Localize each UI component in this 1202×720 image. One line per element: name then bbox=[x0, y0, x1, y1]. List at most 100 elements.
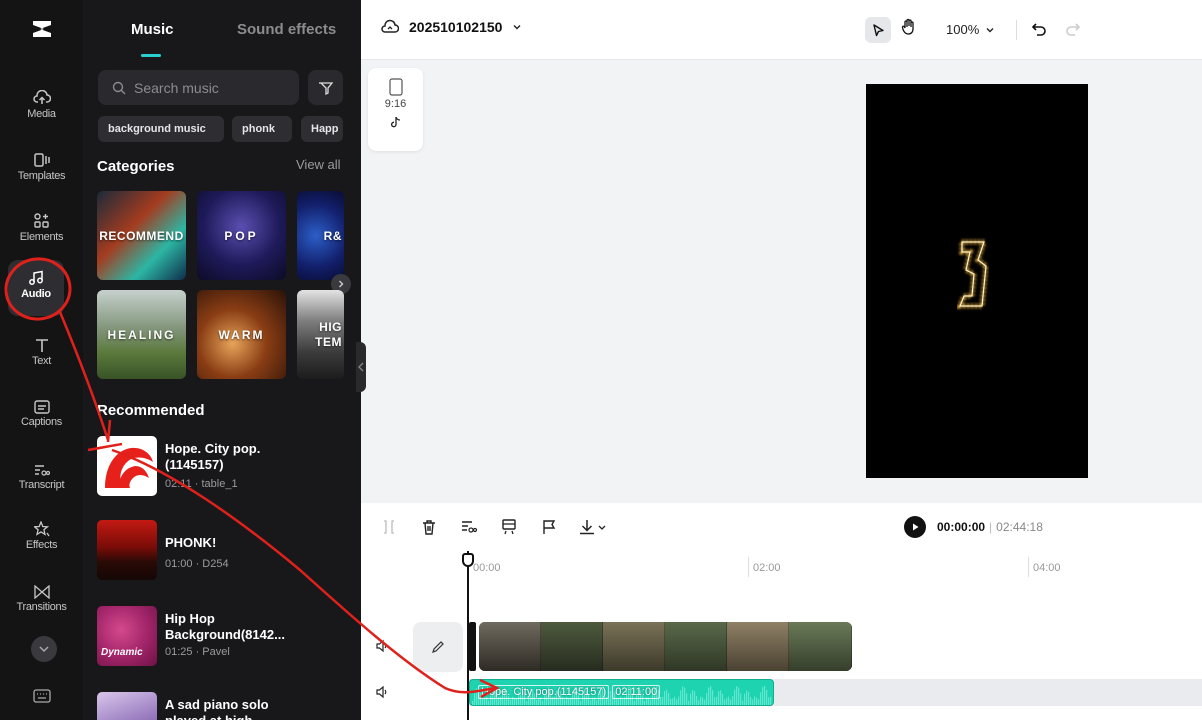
video-clip[interactable] bbox=[479, 622, 852, 671]
transcript-icon bbox=[462, 521, 478, 533]
track-item[interactable]: Dynamic Hip Hop Background(8142... 01:25… bbox=[97, 606, 347, 668]
video-track-mute-button[interactable] bbox=[375, 639, 389, 658]
edit-cover-button[interactable] bbox=[413, 622, 463, 672]
tab-sound-effects[interactable]: Sound effects bbox=[237, 21, 336, 38]
elements-icon bbox=[33, 207, 50, 229]
chevron-left-icon bbox=[358, 362, 364, 372]
rail-label: Media bbox=[27, 108, 56, 120]
video-preview[interactable] bbox=[866, 84, 1088, 478]
zoom-value: 100% bbox=[946, 22, 980, 37]
track-title: Hope. City pop. (1145157) bbox=[165, 441, 261, 472]
category-high-tempo[interactable]: HIG TEM bbox=[297, 290, 344, 379]
split-button[interactable] bbox=[381, 519, 397, 540]
timeline[interactable]: 00:00 02:00 04:00 Hope. City pop.(114515… bbox=[361, 551, 1202, 720]
category-label: R& bbox=[323, 228, 342, 243]
redo-button[interactable] bbox=[1063, 20, 1081, 43]
filter-button[interactable] bbox=[308, 70, 343, 105]
track-item[interactable]: Hope. City pop. (1145157) 02:11 · table_… bbox=[97, 436, 347, 498]
caption-box-icon bbox=[502, 519, 516, 535]
countdown-graphic bbox=[956, 239, 989, 309]
chip-background-music[interactable]: background music bbox=[98, 116, 224, 142]
delete-button[interactable] bbox=[421, 519, 437, 540]
transcript-edit-button[interactable] bbox=[461, 519, 478, 540]
search-input[interactable]: Search music bbox=[98, 70, 299, 105]
rail-templates[interactable]: Templates bbox=[0, 146, 83, 204]
chevron-right-icon bbox=[339, 280, 344, 288]
rail-label: Text bbox=[32, 355, 51, 367]
category-label: HEALING bbox=[107, 327, 176, 342]
rail-captions[interactable]: Captions bbox=[0, 392, 83, 450]
rail-label: Elements bbox=[19, 231, 64, 243]
rail-effects[interactable]: Effects bbox=[0, 515, 83, 573]
aspect-ratio-button[interactable]: 9:16 bbox=[368, 68, 423, 151]
divider bbox=[1016, 20, 1017, 40]
audio-clip[interactable]: Hope. City pop.(1145157) 02:11:00 bbox=[469, 679, 774, 706]
rail-label: Transcript bbox=[18, 479, 65, 491]
rail-media[interactable]: Media bbox=[0, 84, 83, 142]
clip-start-handle[interactable] bbox=[469, 622, 476, 671]
redo-icon bbox=[1066, 23, 1081, 36]
rail-audio[interactable]: Audio bbox=[8, 260, 64, 316]
track-thumbnail bbox=[97, 436, 157, 496]
track-badge: Dynamic bbox=[101, 647, 143, 658]
chip-phonk[interactable]: phonk bbox=[232, 116, 292, 142]
marker-button[interactable] bbox=[541, 519, 557, 540]
collapse-panel-button[interactable] bbox=[356, 342, 366, 392]
tab-music[interactable]: Music bbox=[131, 21, 174, 38]
rail-transcript[interactable]: Transcript bbox=[0, 455, 83, 513]
preview-stage: 9:16 bbox=[361, 60, 1202, 503]
video-frame bbox=[603, 622, 665, 671]
playhead-handle[interactable] bbox=[462, 553, 474, 567]
category-pop[interactable]: POP bbox=[197, 191, 286, 280]
hand-tool-button[interactable] bbox=[901, 18, 917, 41]
chip-happy[interactable]: Happ bbox=[301, 116, 343, 142]
download-menu-button[interactable] bbox=[579, 519, 609, 540]
templates-icon bbox=[33, 146, 51, 168]
track-item[interactable]: A sad piano solo played at high bbox=[97, 692, 347, 720]
undo-button[interactable] bbox=[1031, 20, 1049, 43]
audio-track-mute-button[interactable] bbox=[375, 685, 389, 704]
rail-label: Captions bbox=[20, 416, 62, 428]
active-tab-indicator bbox=[141, 54, 161, 57]
video-frame bbox=[665, 622, 727, 671]
ruler-tick bbox=[1028, 557, 1029, 577]
track-meta: 02:11 · table_1 bbox=[165, 478, 238, 490]
pencil-icon bbox=[432, 641, 444, 653]
search-placeholder: Search music bbox=[134, 79, 219, 96]
time-ruler: 00:00 02:00 04:00 bbox=[361, 551, 1202, 581]
category-recommend[interactable]: RECOMMEND bbox=[97, 191, 186, 280]
category-healing[interactable]: HEALING bbox=[97, 290, 186, 379]
track-item[interactable]: PHONK! 01:00 · D254 bbox=[97, 520, 347, 582]
split-icon bbox=[384, 520, 394, 534]
more-button[interactable] bbox=[31, 636, 57, 662]
audio-clip-label: Hope. City pop.(1145157) 02:11:00 bbox=[478, 685, 661, 699]
ruler-label: 02:00 bbox=[753, 562, 781, 574]
track-thumbnail bbox=[97, 692, 157, 720]
project-name: 202510102150 bbox=[409, 19, 503, 35]
select-tool-button[interactable] bbox=[865, 17, 891, 43]
rail-transitions[interactable]: Transitions bbox=[0, 577, 83, 635]
capcut-logo-icon[interactable] bbox=[30, 18, 54, 40]
track-meta: 01:00 · D254 bbox=[165, 558, 229, 570]
auto-caption-button[interactable] bbox=[501, 519, 517, 540]
play-button[interactable] bbox=[904, 516, 926, 538]
portrait-frame-icon bbox=[388, 78, 403, 96]
track-title: PHONK! bbox=[165, 535, 217, 550]
view-all-link[interactable]: View all bbox=[296, 157, 341, 172]
category-label: WARM bbox=[218, 327, 265, 342]
rail-elements[interactable]: Elements bbox=[0, 207, 83, 265]
track-meta: 01:25 · Pavel bbox=[165, 646, 230, 658]
category-warm[interactable]: WARM bbox=[197, 290, 286, 379]
category-label: HIG TEM bbox=[315, 319, 342, 349]
audio-clip-name: Hope. City pop.(1145157) bbox=[478, 685, 610, 699]
search-icon bbox=[112, 81, 126, 94]
zoom-dropdown[interactable]: 100% bbox=[946, 22, 995, 37]
playhead[interactable] bbox=[467, 551, 469, 720]
keyboard-shortcuts-button[interactable] bbox=[33, 688, 51, 709]
timecode: 00:00:00 | 02:44:18 bbox=[937, 520, 1043, 534]
project-menu[interactable]: 202510102150 bbox=[381, 19, 522, 35]
category-rnb[interactable]: R& bbox=[297, 191, 344, 280]
speaker-icon bbox=[376, 685, 387, 699]
flag-icon bbox=[543, 520, 556, 534]
rail-text[interactable]: Text bbox=[0, 331, 83, 389]
